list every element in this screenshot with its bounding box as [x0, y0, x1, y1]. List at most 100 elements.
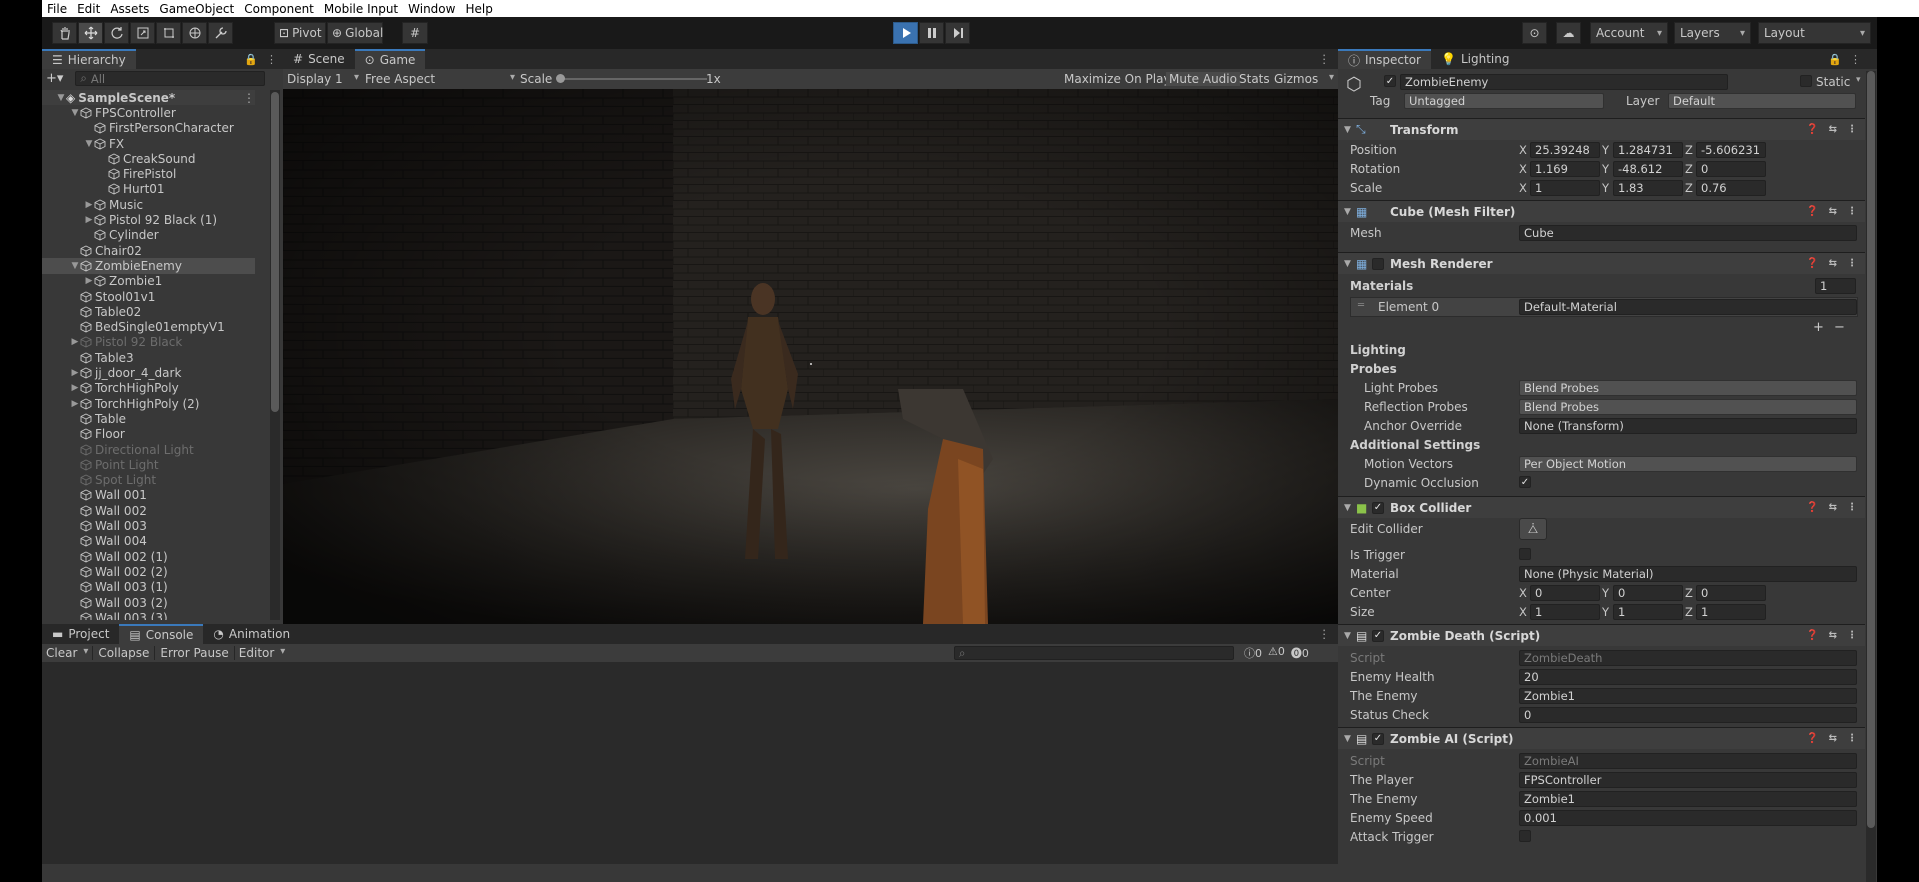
menu-component[interactable]: Component	[239, 2, 319, 16]
hierarchy-item[interactable]: FirstPersonCharacter	[42, 121, 255, 136]
center-x-field[interactable]: 0	[1530, 585, 1600, 601]
mute-audio-toggle[interactable]: Mute Audio	[1166, 72, 1240, 86]
maximize-on-play-toggle[interactable]: Maximize On Play	[1061, 72, 1174, 86]
hierarchy-item[interactable]: Wall 004	[42, 534, 255, 549]
reflection-probes-dropdown[interactable]: Blend Probes	[1519, 399, 1857, 415]
hierarchy-item[interactable]: Spot Light	[42, 473, 255, 488]
tab-hierarchy[interactable]: ☰ Hierarchy	[42, 49, 136, 69]
scale-z-field[interactable]: 0.76	[1696, 180, 1766, 196]
tab-animation[interactable]: ◔ Animation	[203, 624, 300, 644]
enabled-checkbox[interactable]	[1372, 257, 1384, 270]
help-icon[interactable]: ❓	[1806, 206, 1818, 217]
hierarchy-item[interactable]: Wall 003 (3)	[42, 610, 255, 620]
lock-icon[interactable]: 🔒	[244, 53, 258, 66]
component-menu-icon[interactable]: ⋮	[1847, 258, 1857, 269]
step-button[interactable]	[945, 22, 970, 44]
hierarchy-item[interactable]: Stool01v1	[42, 289, 255, 304]
more-options-icon[interactable]: ⋮	[266, 53, 277, 66]
expand-arrow-icon[interactable]: ▶	[84, 215, 94, 225]
pivot-toggle[interactable]: ⊡ Pivot	[274, 22, 326, 44]
box-collider-header[interactable]: ▼ ■ ✓ Box Collider ❓ ⇆ ⋮	[1338, 496, 1865, 518]
help-icon[interactable]: ❓	[1806, 502, 1818, 513]
materials-foldout[interactable]: Materials	[1350, 279, 1413, 293]
transform-tool-button[interactable]	[182, 22, 207, 44]
aspect-dropdown[interactable]: Free Aspect	[365, 72, 515, 86]
additional-settings-foldout[interactable]: Additional Settings	[1350, 438, 1480, 452]
active-checkbox[interactable]: ✓	[1384, 75, 1396, 87]
hierarchy-item[interactable]: Table	[42, 411, 255, 426]
expand-arrow-icon[interactable]: ▶	[84, 276, 94, 286]
the-enemy-field[interactable]: Zombie1	[1519, 791, 1857, 807]
hierarchy-search-input[interactable]: ⌕ All	[75, 71, 266, 86]
component-menu-icon[interactable]: ⋮	[1847, 206, 1857, 217]
help-icon[interactable]: ❓	[1806, 258, 1818, 269]
preset-icon[interactable]: ⇆	[1829, 630, 1837, 641]
move-tool-button[interactable]	[78, 22, 103, 44]
hierarchy-item[interactable]: Floor	[42, 427, 255, 442]
tag-dropdown[interactable]: Untagged	[1404, 93, 1604, 109]
expand-arrow-icon[interactable]: ▶	[84, 200, 94, 210]
menu-gameobject[interactable]: GameObject	[154, 2, 239, 16]
custom-tool-button[interactable]	[208, 22, 233, 44]
create-add-button[interactable]: +▾	[46, 71, 63, 86]
hand-tool-button[interactable]	[52, 22, 77, 44]
editor-dropdown[interactable]: Editor	[235, 646, 290, 660]
menu-window[interactable]: Window	[403, 2, 460, 16]
display-dropdown[interactable]: Display 1	[287, 72, 359, 86]
help-icon[interactable]: ❓	[1806, 630, 1818, 641]
help-icon[interactable]: ❓	[1806, 124, 1818, 135]
zombie-death-header[interactable]: ▼ ▤ ✓ Zombie Death (Script) ❓ ⇆ ⋮	[1338, 624, 1865, 646]
scale-slider-thumb[interactable]	[556, 74, 565, 83]
scale-tool-button[interactable]	[130, 22, 155, 44]
hierarchy-item[interactable]: Point Light	[42, 457, 255, 472]
lock-icon[interactable]: 🔒	[1828, 53, 1842, 66]
static-dropdown[interactable]: Static	[1816, 75, 1850, 89]
remove-element-button[interactable]: −	[1834, 320, 1845, 335]
mesh-filter-header[interactable]: ▼ ▦ Cube (Mesh Filter) ❓ ⇆ ⋮	[1338, 200, 1865, 222]
scene-menu-icon[interactable]: ⋮	[243, 91, 255, 105]
menu-mobile-input[interactable]: Mobile Input	[319, 2, 403, 16]
component-menu-icon[interactable]: ⋮	[1847, 124, 1857, 135]
inspector-scroll-thumb[interactable]	[1867, 71, 1875, 828]
console-search-input[interactable]: ⌕	[954, 646, 1234, 660]
collapse-arrow-icon[interactable]: ▼	[1344, 503, 1351, 513]
hierarchy-item[interactable]: BedSingle01emptyV1	[42, 320, 255, 335]
hierarchy-item[interactable]: FirePistol	[42, 167, 255, 182]
hierarchy-item[interactable]: Directional Light	[42, 442, 255, 457]
error-count[interactable]: ⓿0	[1291, 645, 1309, 661]
center-z-field[interactable]: 0	[1696, 585, 1766, 601]
more-options-icon[interactable]: ⋮	[1850, 53, 1861, 66]
zombie-ai-header[interactable]: ▼ ▤ ✓ Zombie AI (Script) ❓ ⇆ ⋮	[1338, 727, 1865, 749]
light-probes-dropdown[interactable]: Blend Probes	[1519, 380, 1857, 396]
component-menu-icon[interactable]: ⋮	[1847, 733, 1857, 744]
collab-button[interactable]: ⊙	[1522, 22, 1547, 44]
menu-assets[interactable]: Assets	[105, 2, 154, 16]
hierarchy-item[interactable]: ▼ ZombieEnemy	[42, 258, 255, 274]
collapse-arrow-icon[interactable]: ▼	[1344, 734, 1351, 744]
hierarchy-item[interactable]: ▼ FX	[42, 136, 255, 151]
position-x-field[interactable]: 25.39248	[1530, 142, 1600, 158]
materials-size-field[interactable]: 1	[1815, 278, 1856, 294]
status-check-field[interactable]: 0	[1519, 707, 1857, 723]
edit-collider-button[interactable]: ⧊	[1519, 518, 1547, 540]
size-x-field[interactable]: 1	[1530, 604, 1600, 620]
hierarchy-item[interactable]: ▶ TorchHighPoly	[42, 381, 255, 396]
motion-vectors-dropdown[interactable]: Per Object Motion	[1519, 456, 1857, 472]
error-pause-toggle[interactable]: Error Pause	[155, 646, 235, 660]
collapse-arrow-icon[interactable]: ▼	[1344, 259, 1351, 269]
size-y-field[interactable]: 1	[1613, 604, 1683, 620]
collapse-arrow-icon[interactable]: ▼	[1344, 125, 1351, 135]
element0-object-field[interactable]: Default-Material	[1519, 299, 1857, 315]
preset-icon[interactable]: ⇆	[1829, 206, 1837, 217]
hierarchy-item[interactable]: Wall 002 (2)	[42, 564, 255, 579]
expand-arrow-icon[interactable]: ▶	[70, 368, 80, 378]
help-icon[interactable]: ❓	[1806, 733, 1818, 744]
tab-lighting[interactable]: 💡 Lighting	[1431, 49, 1519, 69]
lighting-foldout[interactable]: Lighting	[1350, 343, 1406, 357]
size-z-field[interactable]: 1	[1696, 604, 1766, 620]
layers-dropdown[interactable]: Layers	[1674, 22, 1751, 44]
hierarchy-item[interactable]: Chair02	[42, 243, 255, 258]
scale-slider[interactable]	[556, 74, 707, 83]
layer-dropdown[interactable]: Default	[1668, 93, 1856, 109]
tab-game[interactable]: ⊙ Game	[354, 49, 426, 69]
